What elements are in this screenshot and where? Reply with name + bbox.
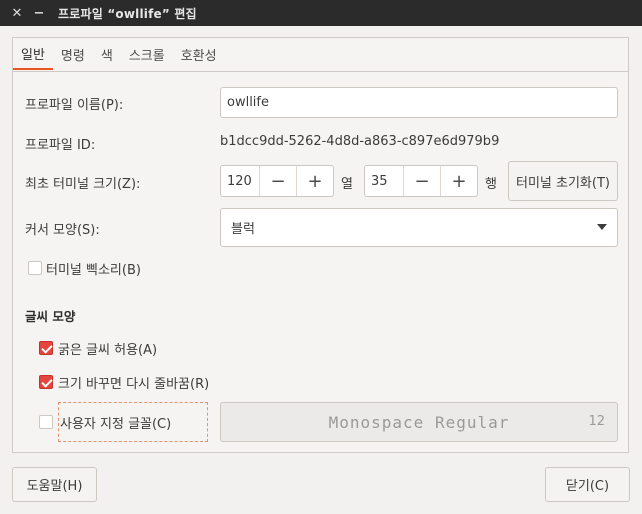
cursor-shape-select[interactable]: 블럭 <box>220 208 618 247</box>
cursor-shape-value: 블럭 <box>231 222 255 237</box>
profile-name-input[interactable]: owllife <box>220 87 618 118</box>
profile-id-label: 프로파일 ID: <box>25 138 96 153</box>
tab-bar: 일반 명령 색 스크롤 호환성 <box>13 38 628 72</box>
rows-unit-label: 행 <box>485 177 497 192</box>
rows-decrease-button[interactable]: − <box>403 166 440 196</box>
rows-input[interactable]: 35 <box>365 166 403 196</box>
rewrap-label[interactable]: 크기 바꾸면 다시 줄바꿈(R) <box>58 373 209 392</box>
profile-editor-panel: 일반 명령 색 스크롤 호환성 프로파일 이름(P): owllife 프로파일… <box>12 37 629 453</box>
close-icon[interactable]: ✕ <box>6 0 28 26</box>
rows-spinner: 35 − + <box>364 165 478 197</box>
columns-decrease-button[interactable]: − <box>259 166 296 196</box>
rewrap-checkbox[interactable] <box>39 375 53 389</box>
columns-unit-label: 열 <box>341 177 353 192</box>
custom-font-checkbox[interactable] <box>39 415 53 429</box>
tab-colors[interactable]: 색 <box>93 38 121 70</box>
reset-size-button[interactable]: 터미널 초기화(T) <box>508 161 618 201</box>
help-button[interactable]: 도움말(H) <box>12 467 97 502</box>
allow-bold-checkbox[interactable] <box>39 341 53 355</box>
font-name: Monospace Regular <box>328 413 510 432</box>
chevron-down-icon <box>597 224 607 230</box>
profile-id-value: b1dcc9dd-5262-4d8d-a863-c897e6d979b9 <box>220 134 500 149</box>
minimize-icon[interactable]: − <box>28 0 50 26</box>
allow-bold-label[interactable]: 굵은 글씨 허용(A) <box>58 339 157 358</box>
close-button[interactable]: 닫기(C) <box>545 467 630 502</box>
font-size: 12 <box>588 414 605 429</box>
title-bar: ✕ − 프로파일 “owllife” 편집 <box>0 0 642 26</box>
window-title: 프로파일 “owllife” 편집 <box>58 6 197 21</box>
custom-font-label[interactable]: 사용자 지정 글꼴(C) <box>60 413 171 432</box>
cursor-shape-label: 커서 모양(S): <box>25 223 100 238</box>
columns-increase-button[interactable]: + <box>296 166 333 196</box>
columns-spinner: 120 − + <box>220 165 334 197</box>
initial-size-label: 최초 터미널 크기(Z): <box>25 177 141 192</box>
terminal-bell-label[interactable]: 터미널 삑소리(B) <box>46 259 141 278</box>
tab-command[interactable]: 명령 <box>53 38 93 70</box>
tab-compatibility[interactable]: 호환성 <box>173 38 225 70</box>
text-appearance-heading: 글씨 모양 <box>25 309 76 324</box>
rows-increase-button[interactable]: + <box>440 166 477 196</box>
tab-general[interactable]: 일반 <box>13 38 53 70</box>
terminal-bell-checkbox[interactable] <box>28 261 42 275</box>
profile-name-label: 프로파일 이름(P): <box>25 98 124 113</box>
tab-scrolling[interactable]: 스크롤 <box>121 38 173 70</box>
font-chooser-button[interactable]: Monospace Regular 12 <box>220 402 618 442</box>
columns-input[interactable]: 120 <box>221 166 259 196</box>
